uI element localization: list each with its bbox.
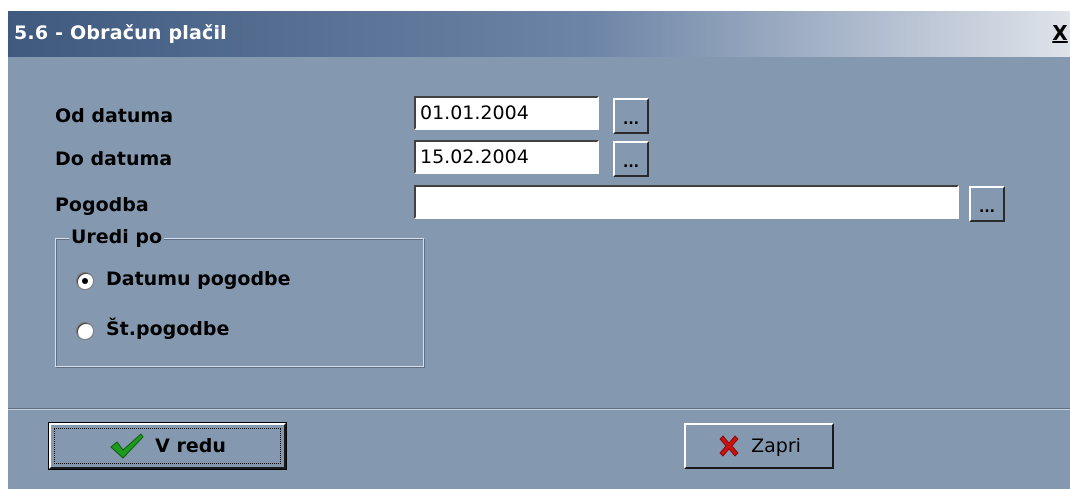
sort-groupbox: Uredi po Datumu pogodbe Št.pogodbe [55,226,424,367]
radio-datumu-pogodbe[interactable] [76,272,94,290]
zapri-button-content: Zapri [686,425,832,467]
od-datuma-input[interactable]: 01.01.2004 [414,96,599,130]
radio-selected-dot [82,278,88,284]
zapri-button[interactable]: Zapri [684,423,834,469]
window-title: 5.6 - Obračun plačil [14,22,227,44]
checkmark-icon [109,432,145,460]
do-datuma-picker-button[interactable]: ... [613,141,649,177]
radio-label-datumu-pogodbe[interactable]: Datumu pogodbe [106,268,291,290]
red-x-icon [717,434,741,458]
od-datuma-picker-button[interactable]: ... [613,98,649,134]
radio-st-pogodbe[interactable] [76,322,94,340]
ok-button-label: V redu [155,435,226,457]
ok-button[interactable]: V redu [48,422,287,470]
pogodba-picker-button[interactable]: ... [969,186,1005,222]
radio-label-st-pogodbe[interactable]: Št.pogodbe [106,318,229,340]
pogodba-label: Pogodba [55,194,149,216]
od-datuma-label: Od datuma [55,105,174,127]
sort-group-title: Uredi po [69,226,165,248]
close-window-button[interactable]: X [1049,19,1070,47]
zapri-button-label: Zapri [751,435,801,457]
pogodba-input[interactable] [414,185,959,219]
do-datuma-label: Do datuma [55,148,173,170]
title-bar[interactable]: 5.6 - Obračun plačil X [8,11,1070,57]
ok-button-content: V redu [51,425,284,467]
do-datuma-input[interactable]: 15.02.2004 [414,140,599,174]
dialog-window: 5.6 - Obračun plačil X Od datuma 01.01.2… [7,10,1070,489]
button-separator [8,408,1070,410]
